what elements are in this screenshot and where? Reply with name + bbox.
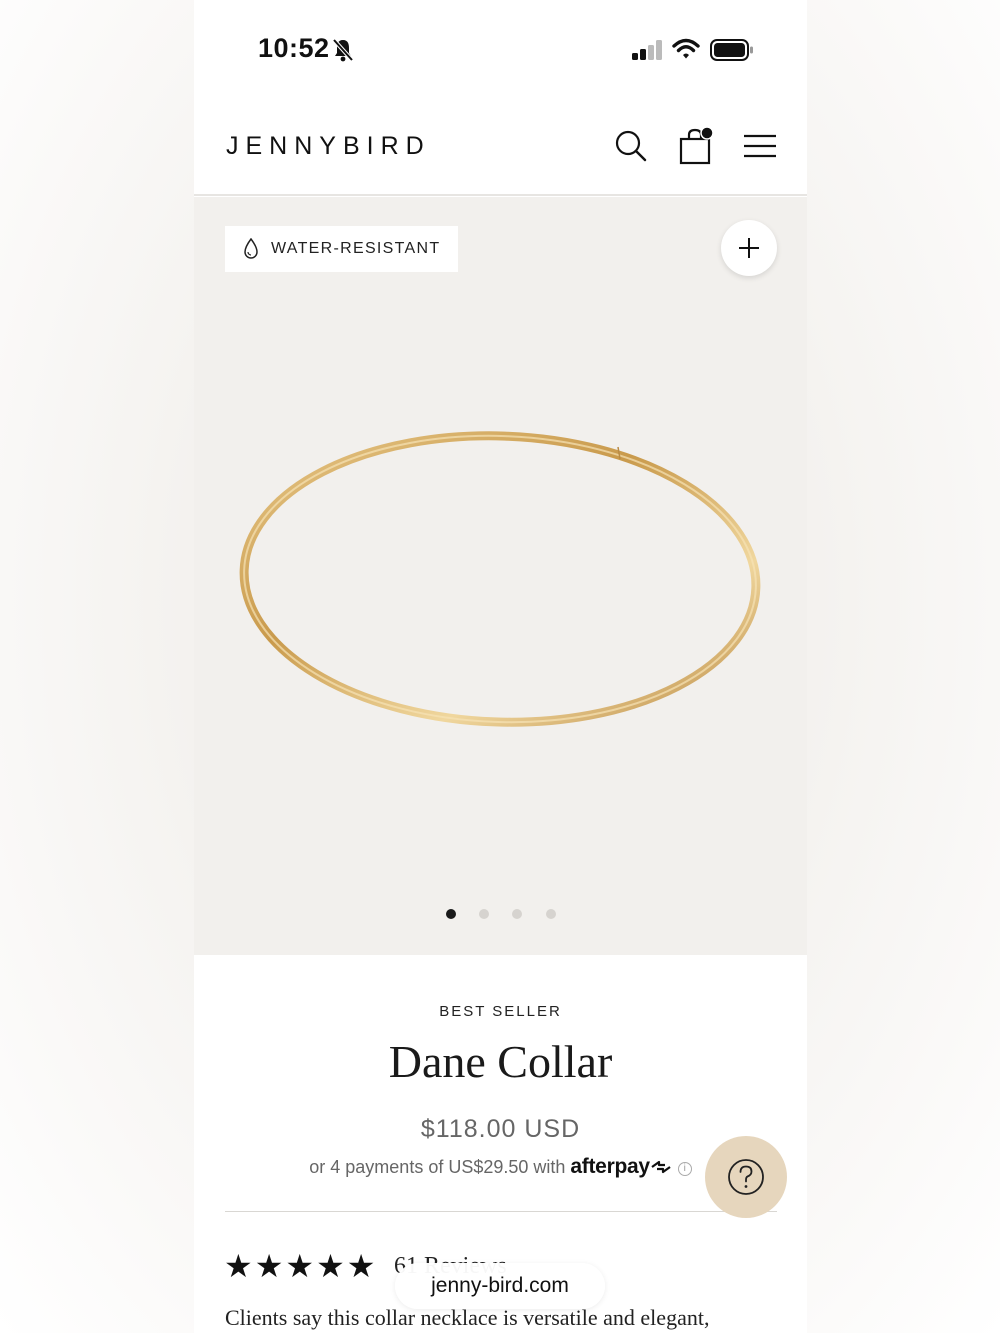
- cellular-signal-icon: [632, 40, 662, 60]
- carousel-dot-1[interactable]: [446, 909, 456, 919]
- brand-logo[interactable]: JENNYBIRD: [226, 132, 431, 161]
- zoom-plus-button[interactable]: [721, 220, 777, 276]
- question-mark-icon: [728, 1159, 764, 1195]
- afterpay-arrow-icon: [651, 1160, 671, 1174]
- best-seller-label: BEST SELLER: [439, 1003, 562, 1020]
- status-time: 10:52: [258, 33, 330, 63]
- product-title: Dane Collar: [388, 1036, 613, 1087]
- water-resistant-badge: WATER-RESISTANT: [225, 226, 459, 272]
- status-bar: 10:52: [194, 0, 807, 100]
- afterpay-logo[interactable]: afterpay: [570, 1155, 650, 1178]
- battery-icon: [710, 39, 753, 61]
- mobile-screen: 10:52 JENNYBIRD WATER-RESISTANT BEST SEL…: [194, 0, 807, 1333]
- wifi-icon: [672, 38, 700, 59]
- rating-stars[interactable]: ★★★★★: [224, 1247, 377, 1285]
- plus-icon: [739, 238, 759, 258]
- browser-url-pill[interactable]: jenny-bird.com: [395, 1263, 605, 1309]
- gold-collar-necklace-image: [239, 431, 761, 727]
- shopping-bag-icon[interactable]: [678, 126, 714, 166]
- carousel-dot-3[interactable]: [512, 909, 522, 919]
- carousel-dot-2[interactable]: [479, 909, 489, 919]
- product-info: BEST SELLER Dane Collar $118.00 USD or 4…: [194, 955, 807, 1333]
- product-price: $118.00 USD: [420, 1115, 581, 1143]
- product-image-carousel[interactable]: WATER-RESISTANT: [194, 197, 807, 955]
- site-header: JENNYBIRD: [194, 100, 807, 196]
- help-chat-button[interactable]: [705, 1136, 787, 1218]
- badge-label: WATER-RESISTANT: [271, 240, 441, 257]
- carousel-dot-4[interactable]: [546, 909, 556, 919]
- divider: [225, 1211, 777, 1212]
- installment-text: or 4 payments of US$29.50 with: [309, 1157, 566, 1177]
- search-icon[interactable]: [613, 128, 649, 164]
- carousel-pagination: [444, 909, 564, 919]
- bell-slash-icon: [332, 38, 354, 62]
- water-drop-icon: [244, 238, 258, 259]
- info-icon[interactable]: i: [677, 1162, 692, 1176]
- hamburger-menu-icon[interactable]: [742, 128, 778, 164]
